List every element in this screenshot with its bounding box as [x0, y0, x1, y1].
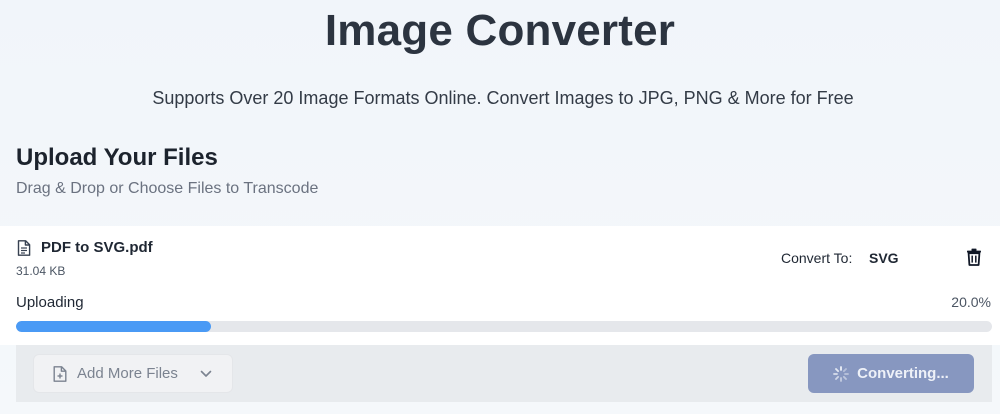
page-subtitle: Supports Over 20 Image Formats Online. C…	[152, 88, 854, 108]
convert-to-label: Convert To:	[781, 250, 853, 266]
upload-section-subtitle: Drag & Drop or Choose Files to Transcode	[16, 180, 319, 197]
spinner-icon	[833, 365, 850, 382]
trash-icon[interactable]	[966, 248, 982, 266]
file-plus-icon	[53, 365, 67, 382]
add-more-files-button[interactable]: Add More Files	[33, 354, 233, 393]
document-icon	[17, 240, 31, 256]
upload-section-title: Upload Your Files	[16, 144, 218, 171]
upload-status: Uploading	[16, 294, 84, 311]
convert-format-select[interactable]: SVG	[869, 250, 899, 266]
convert-button-label: Converting...	[857, 365, 949, 382]
upload-percent: 20.0%	[951, 294, 991, 310]
convert-button[interactable]: Converting...	[808, 354, 974, 393]
add-more-files-label: Add More Files	[77, 365, 178, 382]
page-title: Image Converter	[324, 6, 676, 55]
upload-progress-bar	[16, 321, 992, 332]
upload-progress-fill	[16, 321, 212, 332]
file-size: 31.04 KB	[16, 264, 66, 278]
image-converter-page: Image Converter Supports Over 20 Image F…	[0, 0, 1000, 414]
chevron-down-icon[interactable]	[200, 370, 212, 378]
file-name: PDF to SVG.pdf	[41, 239, 153, 256]
